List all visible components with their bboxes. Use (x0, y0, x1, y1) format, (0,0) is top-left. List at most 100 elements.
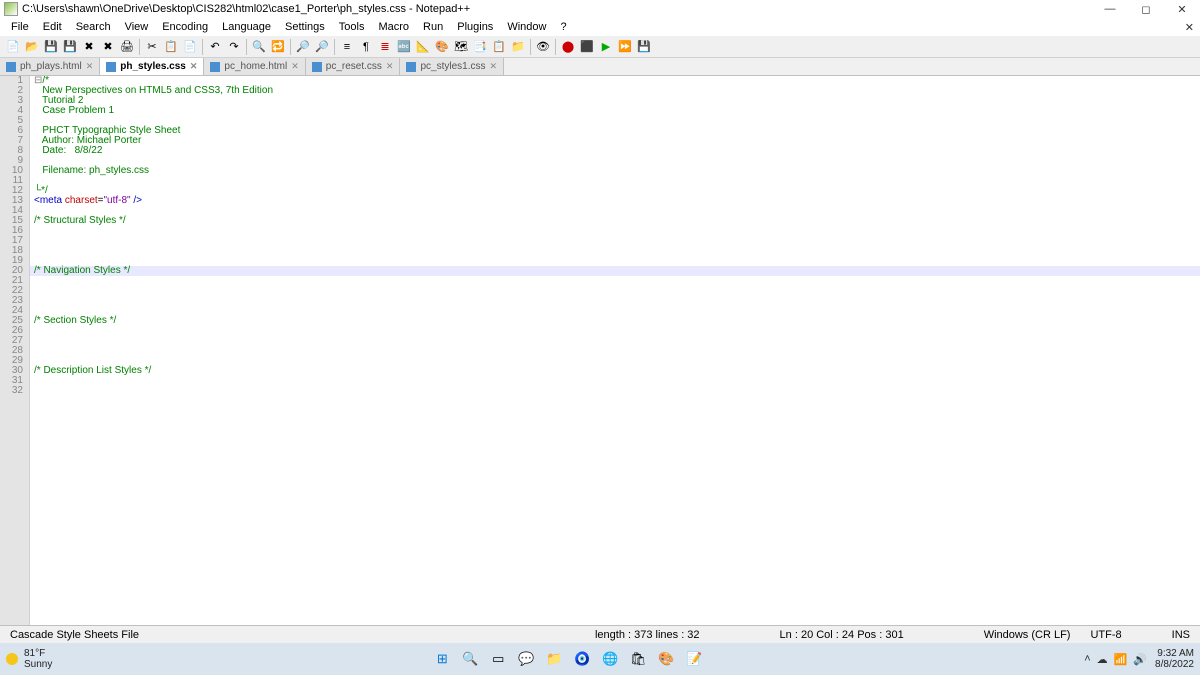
sync-hscroll-icon[interactable]: ¶ (357, 38, 375, 56)
menu-run[interactable]: Run (416, 20, 450, 34)
tab-close-icon[interactable]: ✕ (386, 61, 394, 72)
play-multi-icon[interactable]: ⏩ (616, 38, 634, 56)
tab-pc-styles1[interactable]: pc_styles1.css ✕ (400, 58, 504, 75)
cut-icon[interactable]: ✂ (143, 38, 161, 56)
play-icon[interactable]: ▶ (597, 38, 615, 56)
file-icon (312, 62, 322, 72)
tray-chevron-icon[interactable]: ˄ (1084, 653, 1090, 666)
app-icon-2[interactable]: 🎨 (655, 648, 677, 670)
open-file-icon[interactable]: 📂 (23, 38, 41, 56)
code-area[interactable]: ⊟/* New Perspectives on HTML5 and CSS3, … (30, 76, 1200, 625)
window-title: C:\Users\shawn\OneDrive\Desktop\CIS282\h… (22, 3, 470, 15)
weather-widget[interactable]: 81°F Sunny (6, 648, 52, 670)
tab-pc-reset[interactable]: pc_reset.css ✕ (306, 58, 401, 75)
store-icon[interactable]: 🛍 (627, 648, 649, 670)
weather-temp: 81°F (24, 648, 52, 659)
new-file-icon[interactable]: 📄 (4, 38, 22, 56)
menu-help[interactable]: ? (553, 20, 573, 34)
tab-close-icon[interactable]: ✕ (489, 61, 497, 72)
copy-icon[interactable]: 📋 (162, 38, 180, 56)
maximize-button[interactable]: ◻ (1128, 0, 1164, 18)
start-button[interactable]: ⊞ (431, 648, 453, 670)
edge-icon[interactable]: 🌐 (599, 648, 621, 670)
tab-close-icon[interactable]: ✕ (291, 61, 299, 72)
close-file-icon[interactable]: ✖ (80, 38, 98, 56)
tab-close-icon[interactable]: ✕ (190, 61, 198, 72)
app-icon (4, 2, 18, 16)
menu-tools[interactable]: Tools (332, 20, 372, 34)
statusbar: Cascade Style Sheets File length : 373 l… (0, 625, 1200, 643)
print-icon[interactable]: 🖨 (118, 38, 136, 56)
undo-icon[interactable]: ↶ (206, 38, 224, 56)
find-icon[interactable]: 🔍 (250, 38, 268, 56)
all-chars-icon[interactable]: 🔤 (395, 38, 413, 56)
wordwrap-icon[interactable]: ≣ (376, 38, 394, 56)
app-icon-1[interactable]: 🧿 (571, 648, 593, 670)
doc-list-icon[interactable]: 📑 (471, 38, 489, 56)
sun-icon (6, 653, 18, 665)
record-icon[interactable]: ⬤ (559, 38, 577, 56)
clock[interactable]: 9:32 AM 8/8/2022 (1155, 648, 1194, 670)
menu-window[interactable]: Window (500, 20, 553, 34)
tab-pc-home[interactable]: pc_home.html ✕ (204, 58, 305, 75)
clock-date: 8/8/2022 (1155, 659, 1194, 670)
sync-vscroll-icon[interactable]: ≡ (338, 38, 356, 56)
doc-map-icon[interactable]: 🗺 (452, 38, 470, 56)
menu-plugins[interactable]: Plugins (450, 20, 500, 34)
close-button[interactable]: ✕ (1164, 0, 1200, 18)
tab-label: pc_reset.css (326, 61, 382, 72)
file-icon (406, 62, 416, 72)
status-eol: Windows (CR LF) (974, 629, 1081, 641)
tab-ph-plays[interactable]: ph_plays.html ✕ (0, 58, 100, 75)
zoom-in-icon[interactable]: 🔎 (294, 38, 312, 56)
tab-label: pc_home.html (224, 61, 287, 72)
explorer-icon[interactable]: 📁 (543, 648, 565, 670)
chat-icon[interactable]: 💬 (515, 648, 537, 670)
monitor-icon[interactable]: 👁 (534, 38, 552, 56)
tabbar: ph_plays.html ✕ ph_styles.css ✕ pc_home.ht… (0, 58, 1200, 76)
tab-close-icon[interactable]: ✕ (86, 61, 94, 72)
stop-icon[interactable]: ⬛ (578, 38, 596, 56)
menu-encoding[interactable]: Encoding (155, 20, 215, 34)
redo-icon[interactable]: ↷ (225, 38, 243, 56)
status-encoding: UTF-8 (1080, 629, 1131, 641)
volume-icon[interactable]: 🔊 (1133, 653, 1147, 666)
func-list-icon[interactable]: 📋 (490, 38, 508, 56)
status-length: length : 373 lines : 32 (585, 629, 710, 641)
file-icon (210, 62, 220, 72)
save-icon[interactable]: 💾 (42, 38, 60, 56)
menubar: File Edit Search View Encoding Language … (0, 18, 1200, 36)
paste-icon[interactable]: 📄 (181, 38, 199, 56)
udlang-icon[interactable]: 🎨 (433, 38, 451, 56)
menu-macro[interactable]: Macro (371, 20, 416, 34)
menu-view[interactable]: View (118, 20, 156, 34)
folder-icon[interactable]: 📁 (509, 38, 527, 56)
taskview-icon[interactable]: ▭ (487, 648, 509, 670)
close-all-icon[interactable]: ✖ (99, 38, 117, 56)
titlebar: C:\Users\shawn\OneDrive\Desktop\CIS282\h… (0, 0, 1200, 18)
tab-label: pc_styles1.css (420, 61, 485, 72)
onedrive-icon[interactable]: ☁ (1097, 653, 1108, 666)
menu-settings[interactable]: Settings (278, 20, 332, 34)
menu-edit[interactable]: Edit (36, 20, 69, 34)
status-position: Ln : 20 Col : 24 Pos : 301 (770, 629, 914, 641)
taskbar: 81°F Sunny ⊞ 🔍 ▭ 💬 📁 🧿 🌐 🛍 🎨 📝 ˄ ☁ 📶 🔊 9… (0, 643, 1200, 675)
doc-close-button[interactable]: ✕ (1185, 21, 1194, 34)
tab-label: ph_styles.css (120, 61, 186, 72)
save-macro-icon[interactable]: 💾 (635, 38, 653, 56)
search-icon[interactable]: 🔍 (459, 648, 481, 670)
menu-file[interactable]: File (4, 20, 36, 34)
menu-search[interactable]: Search (69, 20, 118, 34)
indent-guide-icon[interactable]: 📐 (414, 38, 432, 56)
menu-language[interactable]: Language (215, 20, 278, 34)
status-ins: INS (1162, 629, 1200, 641)
notepadpp-icon[interactable]: 📝 (683, 648, 705, 670)
zoom-out-icon[interactable]: 🔎 (313, 38, 331, 56)
minimize-button[interactable]: — (1092, 0, 1128, 18)
tab-label: ph_plays.html (20, 61, 82, 72)
editor[interactable]: 1234567891011121314151617181920212223242… (0, 76, 1200, 625)
tab-ph-styles[interactable]: ph_styles.css ✕ (100, 58, 204, 75)
wifi-icon[interactable]: 📶 (1114, 653, 1128, 666)
replace-icon[interactable]: 🔁 (269, 38, 287, 56)
save-all-icon[interactable]: 💾 (61, 38, 79, 56)
